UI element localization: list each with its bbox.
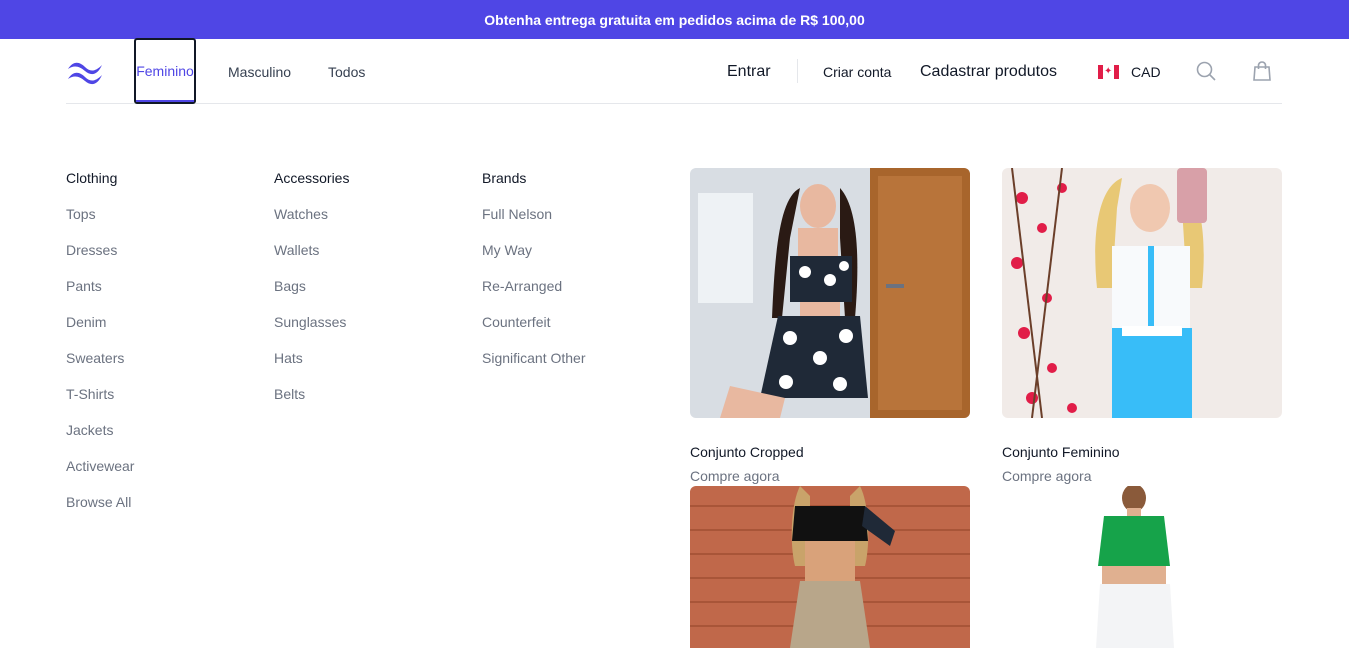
featured-image-4[interactable] (1002, 486, 1282, 648)
menu-link-hats[interactable]: Hats (274, 350, 303, 366)
menu-link-activewear[interactable]: Activewear (66, 458, 134, 474)
menu-link-pants[interactable]: Pants (66, 278, 102, 294)
menu-link-sunglasses[interactable]: Sunglasses (274, 314, 346, 330)
menu-link-jackets[interactable]: Jackets (66, 422, 113, 438)
featured-title-conjunto-feminino[interactable]: Conjunto Feminino (1002, 444, 1120, 460)
create-account-label: Criar conta (823, 63, 892, 80)
login-link[interactable]: Entrar (727, 39, 771, 104)
menu-link-tops[interactable]: Tops (66, 206, 96, 222)
nav-tab-masculino-label: Masculino (228, 63, 292, 80)
menu-link-dresses[interactable]: Dresses (66, 242, 117, 258)
add-products-link[interactable]: Cadastrar produtos (920, 39, 1057, 104)
site-header: Feminino Masculino Todos Entrar Criar co… (66, 38, 1282, 104)
login-link-label: Entrar (727, 62, 771, 80)
nav-tab-todos[interactable]: Todos (328, 39, 365, 104)
search-icon[interactable] (1194, 59, 1218, 83)
menu-link-significant-other[interactable]: Significant Other (482, 350, 586, 366)
menu-link-sweaters[interactable]: Sweaters (66, 350, 124, 366)
menu-link-re-arranged[interactable]: Re-Arranged (482, 278, 562, 294)
menu-link-belts[interactable]: Belts (274, 386, 305, 402)
add-products-label: Cadastrar produtos (920, 62, 1057, 80)
create-account-link[interactable]: Criar conta (823, 39, 891, 104)
nav-tab-feminino-label: Feminino (136, 63, 194, 79)
menu-column-title-brands: Brands (482, 170, 527, 186)
header-divider (797, 59, 798, 83)
menu-link-watches[interactable]: Watches (274, 206, 328, 222)
canada-flag-icon[interactable]: ✦ (1098, 65, 1119, 79)
menu-link-bags[interactable]: Bags (274, 278, 306, 294)
featured-cta-conjunto-cropped[interactable]: Compre agora (690, 468, 780, 484)
tailwind-logo-icon[interactable] (66, 57, 104, 85)
promo-banner: Obtenha entrega gratuita em pedidos acim… (0, 0, 1349, 39)
menu-link-full-nelson[interactable]: Full Nelson (482, 206, 552, 222)
featured-cta-conjunto-feminino[interactable]: Compre agora (1002, 468, 1092, 484)
featured-image-conjunto-feminino[interactable] (1002, 168, 1282, 418)
currency-label: CAD (1131, 63, 1161, 80)
menu-link-wallets[interactable]: Wallets (274, 242, 319, 258)
currency-selector[interactable]: CAD (1131, 39, 1161, 104)
menu-link-t-shirts[interactable]: T-Shirts (66, 386, 114, 402)
menu-column-title-clothing: Clothing (66, 170, 118, 186)
menu-link-browse-all[interactable]: Browse All (66, 494, 131, 510)
nav-tab-todos-label: Todos (328, 63, 366, 80)
promo-banner-text: Obtenha entrega gratuita em pedidos acim… (484, 11, 865, 28)
featured-image-conjunto-cropped[interactable] (690, 168, 970, 418)
menu-column-title-accessories: Accessories (274, 170, 350, 186)
menu-link-my-way[interactable]: My Way (482, 242, 532, 258)
featured-title-conjunto-cropped[interactable]: Conjunto Cropped (690, 444, 804, 460)
nav-tab-masculino[interactable]: Masculino (228, 39, 291, 104)
nav-tab-feminino[interactable]: Feminino (134, 38, 196, 104)
menu-link-counterfeit[interactable]: Counterfeit (482, 314, 550, 330)
menu-link-denim[interactable]: Denim (66, 314, 106, 330)
shopping-bag-icon[interactable] (1250, 59, 1274, 83)
featured-image-3[interactable] (690, 486, 970, 648)
